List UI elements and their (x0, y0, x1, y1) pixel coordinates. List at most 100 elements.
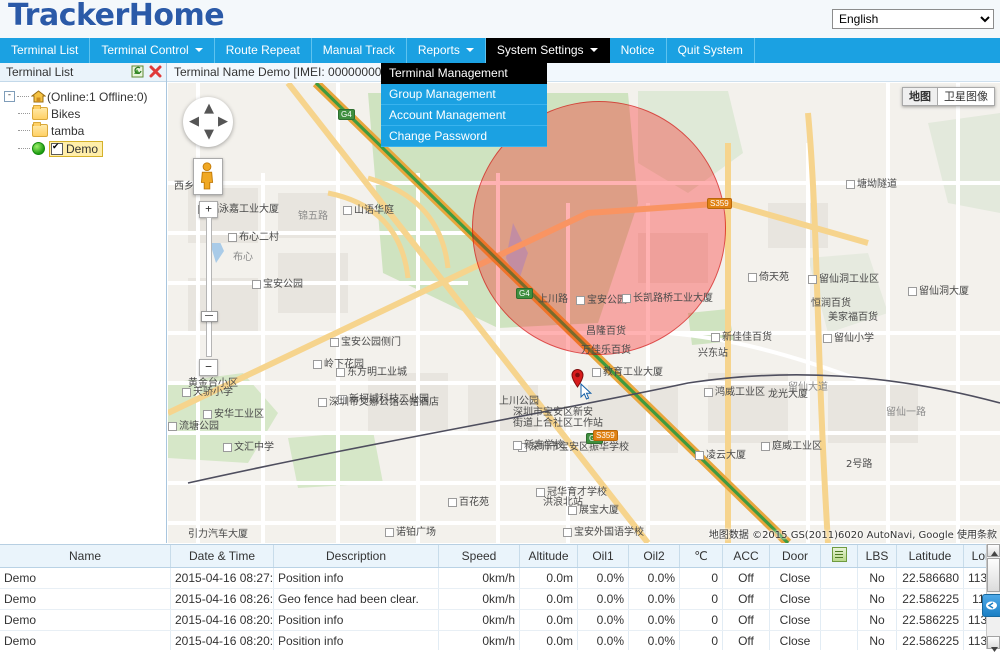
table-row[interactable]: Demo2015-04-16 08:20:37Position info0km/… (0, 631, 1000, 651)
device-checkbox[interactable] (51, 143, 63, 155)
map-place-label: 宝安公园 (576, 291, 627, 306)
menu-item-label: System Settings (497, 43, 584, 57)
table-header-altitude[interactable]: Altitude (520, 545, 578, 568)
table-cell: 2015-04-16 08:27:01 (171, 568, 274, 589)
collapse-panel-tab[interactable] (982, 594, 1000, 617)
device-label: Demo (66, 142, 98, 156)
close-icon[interactable] (149, 65, 162, 78)
table-row[interactable]: Demo2015-04-16 08:26:56Geo fence had bee… (0, 589, 1000, 610)
tree-group-bikes[interactable]: Bikes (4, 105, 166, 122)
table-cell: 2015-04-16 08:20:56 (171, 610, 274, 631)
sheet-icon (832, 547, 847, 562)
tree-device-demo[interactable]: Demo (4, 140, 166, 157)
zoom-in-button[interactable]: + (199, 201, 218, 218)
poi-marker-icon (223, 443, 232, 452)
tree-group-tamba[interactable]: tamba (4, 122, 166, 139)
menu-item-system-settings[interactable]: System Settings (486, 38, 610, 63)
map-canvas[interactable]: 西乡大福泳嘉工业大厦锦五路山语华庭布心二村宝安公园布心宝安公园天骄小学流塘公园宝… (168, 83, 1000, 543)
menu-item-reports[interactable]: Reports (407, 38, 486, 63)
table-header-sheet-icon[interactable] (821, 545, 858, 568)
menu-item-terminal-control[interactable]: Terminal Control (90, 38, 214, 63)
tree-root[interactable]: - (Online:1 Offline:0) (4, 88, 166, 105)
table-cell: 0.0% (629, 631, 680, 651)
table-cell: 0.0m (520, 568, 578, 589)
map-type-satellite[interactable]: 卫星图像 (938, 87, 995, 106)
pan-down-icon[interactable]: ▼ (204, 127, 214, 142)
table-header-speed[interactable]: Speed (439, 545, 520, 568)
table-header--[interactable]: ℃ (680, 545, 723, 568)
menu-item-quit-system[interactable]: Quit System (667, 38, 755, 63)
device-selected-node[interactable]: Demo (49, 141, 103, 157)
chevron-left-icon (983, 595, 1000, 616)
table-header-lbs[interactable]: LBS (858, 545, 897, 568)
collapse-expander-icon[interactable]: - (4, 91, 15, 102)
table-cell (821, 589, 858, 610)
table-header-acc[interactable]: ACC (723, 545, 770, 568)
table-row[interactable]: Demo2015-04-16 08:20:56Position info0km/… (0, 610, 1000, 631)
map-pan-control[interactable]: ▲ ▼ ◀ ▶ (183, 97, 233, 147)
table-cell: Close (770, 568, 821, 589)
map-place-label: 宝安外国语学校 (563, 523, 644, 538)
table-header-latitude[interactable]: Latitude (897, 545, 964, 568)
table-header-date-time[interactable]: Date & Time (171, 545, 274, 568)
poi-marker-icon (448, 498, 457, 507)
poi-marker-icon (695, 451, 704, 460)
map-place-label: 展宝大厦 (568, 501, 619, 516)
map-place-label: 庭威工业区 (761, 437, 822, 452)
table-header-oil2[interactable]: Oil2 (629, 545, 680, 568)
menu-item-route-repeat[interactable]: Route Repeat (215, 38, 312, 63)
scroll-down-button[interactable] (987, 636, 1000, 649)
scroll-thumb[interactable] (987, 558, 1000, 592)
pan-right-icon[interactable]: ▶ (218, 114, 228, 129)
map-place-label: 倚天苑 (748, 268, 789, 283)
zoom-thumb[interactable] (201, 311, 218, 322)
map-place-label: 文汇中学 (223, 438, 274, 453)
street-view-pegman-icon[interactable] (193, 158, 223, 195)
map-place-label: 鸿威工业区 (704, 383, 765, 398)
menu-item-terminal-list[interactable]: Terminal List (0, 38, 90, 63)
highway-shield-label: S359 (593, 430, 618, 441)
system-settings-dropdown[interactable]: Terminal ManagementGroup ManagementAccou… (381, 63, 547, 147)
table-header-oil1[interactable]: Oil1 (578, 545, 629, 568)
dropdown-item-account-management[interactable]: Account Management (381, 105, 547, 126)
menu-item-label: Notice (621, 43, 655, 57)
table-header-name[interactable]: Name (0, 545, 171, 568)
tree-group-label: tamba (51, 124, 84, 138)
pan-up-icon[interactable]: ▲ (204, 101, 214, 116)
home-icon (31, 90, 46, 103)
zoom-out-button[interactable]: − (199, 359, 218, 376)
map-place-label: 锦五路 (298, 207, 328, 222)
menu-item-manual-track[interactable]: Manual Track (312, 38, 407, 63)
table-cell: No (858, 610, 897, 631)
map-attribution: 地图数据 ©2015 GS(2011)6020 AutoNavi, Google… (709, 526, 997, 541)
table-cell: 0km/h (439, 631, 520, 651)
language-select[interactable]: English中文EspañolPortuguêsРусский (832, 9, 994, 29)
table-cell: Position info (274, 610, 439, 631)
poi-marker-icon (576, 296, 585, 305)
scroll-up-button[interactable] (987, 544, 1000, 557)
table-header-door[interactable]: Door (770, 545, 821, 568)
dropdown-item-group-management[interactable]: Group Management (381, 84, 547, 105)
chevron-down-icon (590, 48, 598, 52)
map-type-roadmap[interactable]: 地图 (902, 87, 938, 106)
dropdown-item-change-password[interactable]: Change Password (381, 126, 547, 147)
zoom-track-bar[interactable] (206, 217, 212, 357)
map-place-label: 兴东站 (698, 344, 728, 359)
refresh-export-icon[interactable] (131, 65, 144, 78)
pan-left-icon[interactable]: ◀ (189, 114, 199, 129)
table-cell: Off (723, 589, 770, 610)
table-cell: 0km/h (439, 568, 520, 589)
map-zoom-slider[interactable]: + − (201, 201, 213, 371)
table-cell: Demo (0, 610, 171, 631)
table-cell: Off (723, 631, 770, 651)
poi-marker-icon (568, 506, 577, 515)
chevron-down-icon (466, 48, 474, 52)
menu-item-notice[interactable]: Notice (610, 38, 667, 63)
map-place-label: 留仙洞大厦 (908, 282, 969, 297)
poi-marker-icon (622, 294, 631, 303)
table-header-description[interactable]: Description (274, 545, 439, 568)
language-selector-wrap: English中文EspañolPortuguêsРусский (832, 9, 994, 29)
table-cell: 0.0% (629, 610, 680, 631)
table-row[interactable]: Demo2015-04-16 08:27:01Position info0km/… (0, 568, 1000, 589)
dropdown-item-terminal-management[interactable]: Terminal Management (381, 63, 547, 84)
